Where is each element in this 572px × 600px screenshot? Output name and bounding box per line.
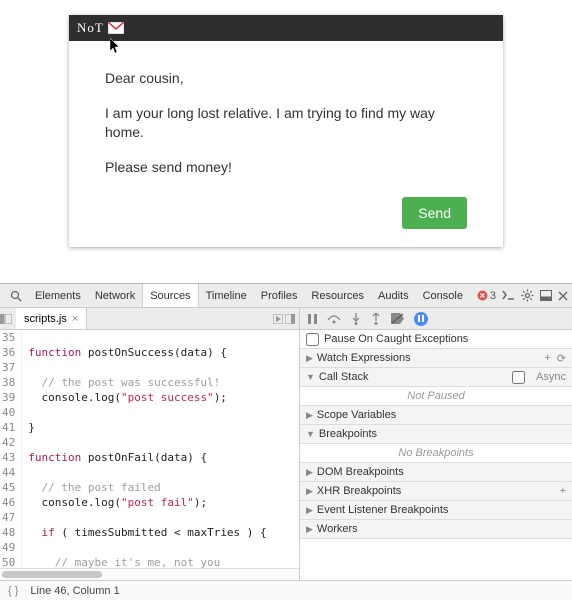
close-tab-icon[interactable]: × [72,313,78,325]
gear-icon[interactable] [521,289,534,302]
file-tab[interactable]: scripts.js × [16,308,87,329]
email-line: I am your long lost relative. I am tryin… [105,104,467,142]
deactivate-breakpoints-icon[interactable] [391,313,404,324]
code-editor[interactable]: 3536373839404142434445464748495051525354… [0,330,299,568]
callstack-row[interactable]: ▼ Call Stack Async [300,368,572,387]
add-icon[interactable]: + [544,352,550,364]
dom-breakpoints-row[interactable]: ▶ DOM Breakpoints [300,463,572,482]
tab-resources[interactable]: Resources [304,284,371,307]
cursor-icon [110,38,122,54]
horizontal-scrollbar[interactable] [0,568,299,580]
tab-elements[interactable]: Elements [28,284,88,307]
tab-profiles[interactable]: Profiles [254,284,305,307]
pause-on-exceptions-icon[interactable] [414,312,428,326]
chevron-right-icon: ▶ [306,353,313,364]
async-checkbox[interactable] [512,371,525,384]
xhr-breakpoints-row[interactable]: ▶ XHR Breakpoints + [300,482,572,501]
chevron-down-icon: ▼ [306,372,315,382]
search-icon[interactable] [10,290,22,302]
devtools: ElementsNetworkSourcesTimelineProfilesRe… [0,283,572,600]
chevron-right-icon: ▶ [306,486,313,497]
devtools-tabbar: ElementsNetworkSourcesTimelineProfilesRe… [0,284,572,308]
tab-console[interactable]: Console [416,284,470,307]
step-over-icon[interactable] [327,314,341,324]
pretty-print-icon[interactable]: { } [8,585,18,597]
error-badge[interactable]: 3 [477,290,496,302]
event-listener-breakpoints-row[interactable]: ▶ Event Listener Breakpoints [300,501,572,520]
add-icon[interactable]: + [560,485,566,497]
email-body: Dear cousin, I am your long lost relativ… [69,41,503,247]
chevron-right-icon: ▶ [306,467,313,478]
navigator-icon[interactable] [0,314,16,324]
breakpoints-row[interactable]: ▼ Breakpoints [300,425,572,444]
debug-toolbar [300,308,572,330]
pause-caught-checkbox[interactable] [306,333,319,346]
scope-variables-row[interactable]: ▶ Scope Variables [300,406,572,425]
pause-caught-row[interactable]: Pause On Caught Exceptions [300,330,572,349]
tab-audits[interactable]: Audits [371,284,416,307]
refresh-icon[interactable]: ⟳ [557,352,566,365]
tab-network[interactable]: Network [88,284,142,307]
no-breakpoints-note: No Breakpoints [300,444,572,463]
chevron-right-icon: ▶ [306,505,313,516]
app-header: NoT [69,15,503,41]
step-out-icon[interactable] [371,313,381,325]
chevron-right-icon: ▶ [306,410,313,421]
statusbar: { } Line 46, Column 1 [0,580,572,600]
email-line: Dear cousin, [105,69,467,88]
tab-sources[interactable]: Sources [142,284,198,307]
chevron-right-icon: ▶ [306,524,313,535]
step-into-icon[interactable] [351,313,361,325]
app-logo-text: NoT [77,20,104,36]
watch-expressions-row[interactable]: ▶ Watch Expressions +⟳ [300,349,572,368]
send-button[interactable]: Send [402,197,467,229]
file-tabs: scripts.js × [0,308,299,330]
close-icon[interactable] [558,291,568,301]
dock-icon[interactable] [540,290,552,301]
tab-timeline[interactable]: Timeline [199,284,254,307]
workers-row[interactable]: ▶ Workers [300,520,572,539]
play-icon[interactable] [273,314,283,324]
envelope-icon [108,22,124,34]
cursor-position: Line 46, Column 1 [30,585,119,597]
file-tab-label: scripts.js [24,313,67,325]
email-app: NoT Dear cousin, I am your long lost rel… [69,15,503,247]
sidebar-icon[interactable] [285,314,295,324]
drawer-icon[interactable] [502,290,515,301]
not-paused-note: Not Paused [300,387,572,406]
chevron-down-icon: ▼ [306,429,315,439]
pause-icon[interactable] [308,314,317,324]
email-line: Please send money! [105,158,467,177]
